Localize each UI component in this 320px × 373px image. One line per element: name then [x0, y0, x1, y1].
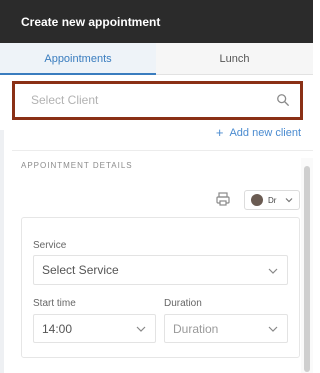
dialog-title: Create new appointment	[21, 15, 161, 29]
appointment-details-title: APPOINTMENT DETAILS	[21, 161, 133, 170]
add-new-client-label: Add new client	[229, 126, 301, 139]
printer-icon[interactable]	[215, 191, 231, 207]
scrollbar-thumb[interactable]	[304, 166, 310, 372]
avatar	[251, 194, 263, 206]
add-new-client-link[interactable]: + Add new client	[216, 125, 301, 140]
tab-bar: Appointments Lunch	[0, 43, 313, 75]
duration-label: Duration	[164, 298, 202, 309]
service-label: Service	[33, 240, 67, 251]
appointment-details-card: Service Select Service Start time 14:00 …	[21, 217, 300, 358]
doctor-select[interactable]: Dr	[244, 190, 300, 210]
tab-lunch[interactable]: Lunch	[156, 43, 313, 75]
chevron-down-icon	[285, 198, 293, 203]
client-search-box[interactable]	[12, 81, 303, 120]
left-edge-strip	[0, 130, 4, 373]
start-time-value: 14:00	[42, 322, 73, 336]
section-divider	[12, 150, 313, 151]
plus-icon: +	[215, 125, 224, 140]
search-icon[interactable]	[276, 93, 290, 107]
doctor-select-value: Dr	[268, 195, 277, 205]
dialog-header: Create new appointment	[0, 0, 313, 43]
service-select-value: Select Service	[42, 263, 119, 277]
duration-value: Duration	[173, 322, 219, 336]
client-search-input[interactable]	[31, 90, 261, 110]
start-time-label: Start time	[33, 298, 76, 309]
client-search-inner	[15, 84, 300, 117]
service-select[interactable]: Select Service	[33, 255, 288, 285]
chevron-down-icon	[268, 326, 278, 332]
start-time-select[interactable]: 14:00	[33, 314, 156, 343]
chevron-down-icon	[136, 326, 146, 332]
chevron-down-icon	[268, 268, 278, 274]
tab-appointments[interactable]: Appointments	[0, 43, 156, 75]
duration-select[interactable]: Duration	[164, 314, 288, 343]
